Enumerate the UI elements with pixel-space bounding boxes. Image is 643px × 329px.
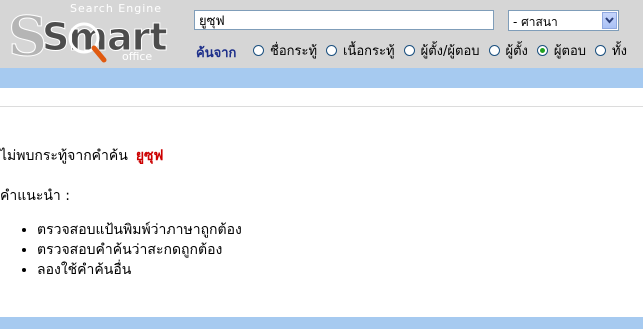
blue-band-top — [0, 68, 643, 88]
smart-office-logo[interactable]: Search Engine S Smart office — [0, 0, 175, 69]
radio-label: ทั้ง — [612, 43, 627, 59]
search-input[interactable] — [194, 10, 494, 30]
svg-text:office: office — [122, 50, 152, 63]
radio-all[interactable]: ทั้ง — [595, 40, 627, 61]
tips-title: คำแนะนำ : — [0, 188, 70, 204]
radio-label: เนื้อกระทู้ — [343, 43, 395, 59]
chevron-down-icon[interactable] — [602, 12, 617, 29]
svg-text:Search Engine: Search Engine — [70, 2, 162, 15]
radio-poster[interactable]: ผู้ตั้ง — [488, 40, 528, 61]
radio-poster-replier[interactable]: ผู้ตั้ง/ผู้ตอบ — [403, 40, 480, 61]
radio-button[interactable] — [403, 44, 415, 56]
radio-label: ผู้ตอบ — [553, 43, 587, 59]
list-item: ลองใช้คำค้นอื่น — [37, 260, 242, 280]
divider — [0, 106, 643, 107]
category-select[interactable]: - ศาสนา — [508, 10, 619, 31]
blue-band-bottom — [0, 317, 643, 329]
list-item: ตรวจสอบคำค้นว่าสะกดถูกต้อง — [37, 240, 242, 260]
category-select-value: - ศาสนา — [513, 15, 558, 29]
no-results-message: ไม่พบกระทู้จากคำค้น ยูซุฟ — [0, 145, 163, 167]
no-results-text: ไม่พบกระทู้จากคำค้น — [0, 148, 128, 164]
radio-content[interactable]: เนื้อกระทู้ — [326, 40, 395, 61]
search-term: ยูซุฟ — [135, 148, 164, 164]
radio-button[interactable] — [253, 44, 264, 56]
radio-button[interactable] — [488, 44, 500, 56]
radio-button[interactable] — [595, 44, 607, 56]
tips-list: ตรวจสอบแป้นพิมพ์ว่าภาษาถูกต้อง ตรวจสอบคำ… — [0, 220, 242, 280]
header-bar: Search Engine S Smart office - ศาสนา ค้น… — [0, 0, 643, 69]
radio-label: ผู้ตั้ง — [505, 43, 528, 59]
search-scope-radios: ชื่อกระทู้ เนื้อกระทู้ ผู้ตั้ง/ผู้ตอบ ผู… — [253, 41, 636, 59]
radio-label: ผู้ตั้ง/ผู้ตอบ — [420, 43, 480, 59]
radio-button[interactable] — [326, 44, 338, 56]
radio-button-selected[interactable] — [536, 44, 548, 56]
radio-label: ชื่อกระทู้ — [270, 43, 318, 59]
radio-replier[interactable]: ผู้ตอบ — [536, 40, 587, 61]
list-item: ตรวจสอบแป้นพิมพ์ว่าภาษาถูกต้อง — [37, 220, 242, 240]
search-in-label: ค้นจาก — [196, 46, 237, 61]
radio-title[interactable]: ชื่อกระทู้ — [253, 40, 317, 61]
